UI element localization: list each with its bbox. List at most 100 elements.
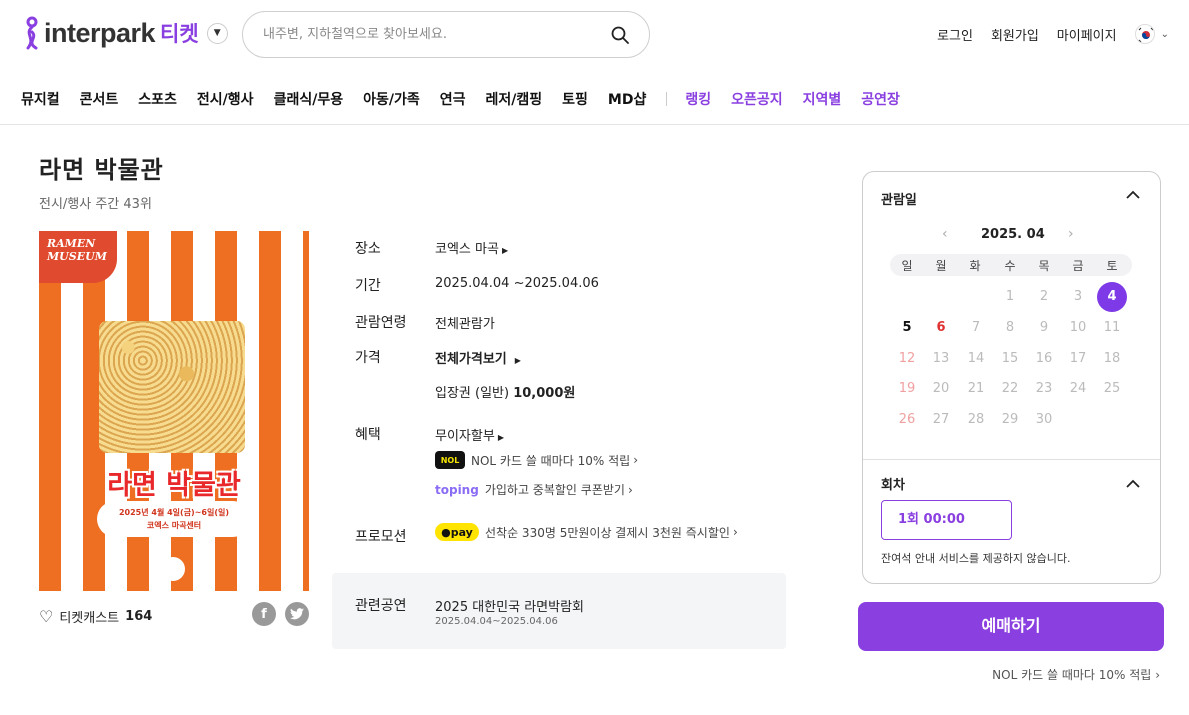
weekday-1: 월	[935, 259, 947, 273]
toping-benefit-text: 가입하고 중복할인 쿠폰받기	[484, 483, 625, 497]
arrow-right-icon: ▶	[501, 246, 509, 255]
facebook-icon[interactable]: f	[252, 602, 276, 626]
calendar-day: 20	[932, 381, 950, 396]
poster-date: 2025년 4월 4일(금)~6일(일) 코엑스 마곡센터	[97, 501, 251, 537]
nav-item-musical[interactable]: 뮤지컬	[21, 89, 60, 109]
nav-item-toping[interactable]: 토핑	[562, 89, 588, 109]
nav-item-sports[interactable]: 스포츠	[138, 89, 177, 109]
calendar-day: 28	[967, 412, 985, 427]
poster-date-line: 2025년 4월 4일(금)~6일(일)	[118, 508, 230, 517]
arrow-right-icon: ▶	[497, 433, 504, 442]
calendar-day: 22	[1001, 381, 1019, 396]
heart-icon[interactable]: ♡	[39, 607, 53, 626]
ticket-price-row: 입장권 (일반) 10,000원	[435, 382, 575, 401]
nav-item-mdshop[interactable]: MD샵	[608, 89, 646, 109]
price-all-link[interactable]: 전체가격보기 ▶	[435, 348, 521, 367]
session-option[interactable]: 1회 00:00	[881, 500, 1012, 540]
calendar-day[interactable]: 4	[1097, 282, 1127, 312]
calendar-day: 30	[1035, 412, 1053, 427]
calendar-day: 13	[932, 351, 950, 366]
calendar-day: 9	[1039, 320, 1049, 335]
logo-ticket: 티켓	[160, 22, 199, 46]
promo-link[interactable]: ●pay 선착순 330명 5만원이상 결제시 3천원 즉시할인 ›	[435, 523, 738, 541]
weekday-5: 금	[1072, 259, 1084, 273]
search-icon[interactable]	[611, 26, 629, 44]
seat-notice: 잔여석 안내 서비스를 제공하지 않습니다.	[881, 552, 1071, 565]
login-link[interactable]: 로그인	[937, 25, 973, 44]
age-value: 전체관람가	[435, 317, 495, 332]
nol-logo-icon: NOL	[435, 451, 465, 469]
place-label: 장소	[355, 241, 381, 257]
nav-item-classic[interactable]: 클래식/무용	[274, 89, 344, 109]
nol-benefit-text: NOL 카드 쓸 때마다 10% 적립	[471, 453, 631, 468]
weekday-0: 일	[901, 259, 913, 273]
chevron-right-icon: ›	[732, 525, 738, 539]
language-chevron-icon[interactable]: ⌄	[1161, 29, 1169, 40]
toping-benefit-link[interactable]: toping 가입하고 중복할인 쿠폰받기 ›	[435, 481, 633, 498]
calendar-day: 23	[1035, 381, 1053, 396]
logo[interactable]: interpark 티켓 ▼	[20, 16, 228, 50]
korea-flag-icon[interactable]	[1134, 24, 1155, 44]
calendar-day: 3	[1073, 289, 1083, 304]
prev-month-icon[interactable]: ‹	[942, 226, 948, 242]
nav-item-exhibition[interactable]: 전시/행사	[197, 89, 254, 109]
signup-link[interactable]: 회원가입	[991, 25, 1039, 44]
poster-badge: RAMEN MUSEUM	[39, 231, 117, 283]
weekday-6: 토	[1106, 259, 1118, 273]
collapse-date-icon[interactable]	[1126, 188, 1140, 204]
nav-item-concert[interactable]: 콘서트	[80, 89, 119, 109]
calendar-day: 25	[1103, 381, 1121, 396]
benefit-label: 혜택	[355, 427, 381, 443]
ticketcast-count: 164	[125, 609, 153, 624]
interpark-logo-icon	[26, 16, 38, 50]
ramen-bowl-icon	[161, 557, 185, 581]
chevron-down-icon: ▼	[213, 28, 221, 38]
mypage-link[interactable]: 마이페이지	[1057, 25, 1117, 44]
period-label: 기간	[355, 278, 381, 294]
page-title: 라면 박물관	[39, 156, 164, 184]
calendar-day[interactable]: 5	[892, 313, 922, 343]
search-input[interactable]	[263, 27, 611, 42]
poster-title: 라면 박물관	[107, 470, 241, 501]
nav-item-play[interactable]: 연극	[440, 89, 466, 109]
next-month-icon[interactable]: ›	[1068, 226, 1074, 242]
kakaopay-logo-icon: ●pay	[435, 523, 479, 541]
service-dropdown-button[interactable]: ▼	[206, 22, 228, 44]
calendar-day: 2	[1039, 289, 1049, 304]
toping-logo-icon: toping	[435, 482, 479, 497]
nol-card-note[interactable]: NOL 카드 쓸 때마다 10% 적립 ›	[992, 666, 1160, 683]
nav-item-family[interactable]: 아동/가족	[363, 89, 420, 109]
twitter-icon[interactable]	[285, 602, 309, 626]
collapse-session-icon[interactable]	[1126, 477, 1140, 493]
ticketcast-like[interactable]: ♡ 티켓캐스트 164	[39, 607, 152, 626]
installment-link[interactable]: 무이자할부 ▶	[435, 425, 504, 444]
age-label: 관람연령	[355, 315, 407, 331]
nav-item-leisure[interactable]: 레저/캠핑	[485, 89, 542, 109]
nav-item-ranking[interactable]: 랭킹	[685, 89, 711, 109]
calendar-day: 8	[1005, 320, 1015, 335]
calendar-day: 16	[1035, 351, 1053, 366]
nav-item-region[interactable]: 지역별	[803, 89, 842, 109]
calendar-day[interactable]: 6	[926, 313, 956, 343]
arrow-right-icon: ▶	[514, 356, 521, 365]
noodle-image	[99, 321, 245, 453]
nav-item-venue[interactable]: 공연장	[861, 89, 900, 109]
nol-benefit-link[interactable]: NOL NOL 카드 쓸 때마다 10% 적립 ›	[435, 451, 638, 469]
logo-text: interpark	[44, 17, 156, 48]
weekday-3: 수	[1004, 259, 1016, 273]
related-title[interactable]: 2025 대한민국 라면박람회	[435, 596, 584, 615]
poster-image: RAMEN MUSEUM 라면 박물관 2025년 4월 4일(금)~6일(일)…	[39, 231, 309, 591]
section-divider	[863, 459, 1160, 460]
place-link[interactable]: 코엑스 마곡 ▶	[435, 238, 508, 257]
calendar-day: 21	[967, 381, 985, 396]
calendar-day: 19	[898, 381, 916, 396]
calendar-day: 27	[932, 412, 950, 427]
calendar-day: 10	[1069, 320, 1087, 335]
nav-divider	[666, 92, 668, 106]
ticketcast-label: 티켓캐스트	[59, 611, 120, 626]
calendar-day: 1	[1005, 289, 1015, 304]
nav-item-open-notice[interactable]: 오픈공지	[731, 89, 783, 109]
ticket-price: 10,000원	[513, 386, 576, 401]
main-nav: 뮤지컬 콘서트 스포츠 전시/행사 클래식/무용 아동/가족 연극 레저/캠핑 …	[21, 89, 920, 109]
book-button[interactable]: 예매하기	[858, 602, 1164, 651]
